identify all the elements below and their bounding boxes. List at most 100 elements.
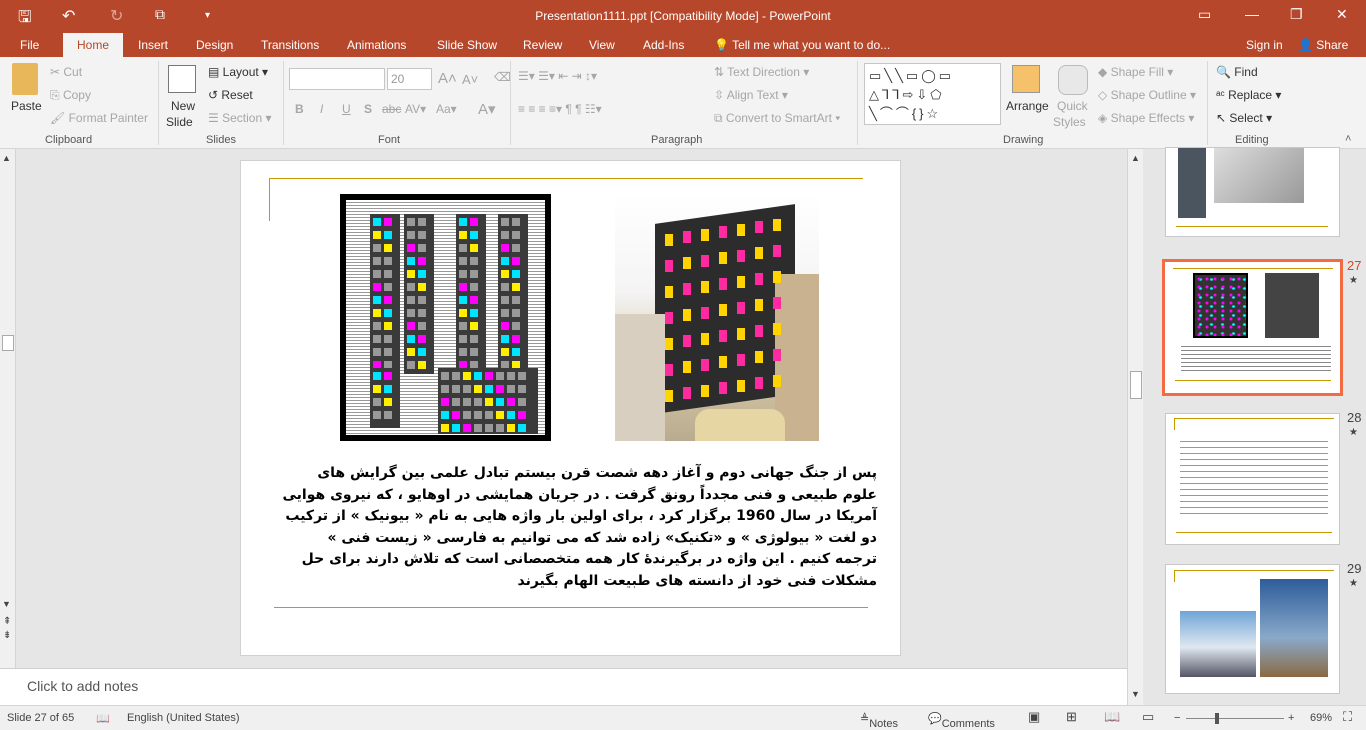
convert-smartart-button[interactable]: ⧉ Convert to SmartArt ▾ <box>714 111 840 126</box>
character-spacing-icon[interactable]: AV▾ <box>405 102 426 116</box>
zoom-level[interactable]: 69% <box>1310 712 1332 724</box>
reset-label: Reset <box>221 88 253 102</box>
tab-animations[interactable]: Animations <box>347 38 406 52</box>
close-icon[interactable]: ✕ <box>1336 6 1348 23</box>
comments-button[interactable]: 💬 Comments <box>928 712 995 730</box>
sign-in-link[interactable]: Sign in <box>1246 38 1283 52</box>
new-slide-button[interactable]: New <box>171 99 195 113</box>
scroll-down-icon[interactable]: ▼ <box>1131 689 1140 699</box>
text-direction-button[interactable]: ⇅ Text Direction ▾ <box>714 65 809 79</box>
notes-pane[interactable]: Click to add notes <box>0 668 1127 705</box>
replace-button[interactable]: ᵃᶜ Replace ▾ <box>1216 88 1281 102</box>
collapse-ribbon-icon[interactable]: ˄ <box>1345 133 1351 145</box>
quick-styles-icon[interactable] <box>1058 65 1088 95</box>
increase-font-icon[interactable]: A˄ <box>438 70 457 87</box>
scroll-thumb[interactable] <box>1130 371 1142 399</box>
cut-button[interactable]: ✂ Cut <box>50 65 82 79</box>
paste-icon[interactable] <box>12 63 38 95</box>
drawing-group-label: Drawing <box>1003 134 1044 146</box>
new-slide-icon[interactable] <box>168 65 196 93</box>
prev-next-slide-icons[interactable]: ⇞ ⇟ <box>3 615 11 643</box>
arrange-button[interactable]: Arrange <box>1006 99 1049 113</box>
ribbon-tabs: File Home Insert Design Transitions Anim… <box>0 32 1366 57</box>
scroll-up-icon[interactable]: ▲ <box>1131 153 1140 163</box>
format-painter-button[interactable]: 🖌 Format Painter <box>50 111 148 125</box>
font-color-icon[interactable]: A▾ <box>478 100 496 118</box>
clear-formatting-icon[interactable]: ⌫ <box>494 70 511 84</box>
font-size-input[interactable]: 20 <box>387 68 432 90</box>
tab-slide-show[interactable]: Slide Show <box>437 38 497 52</box>
tab-home[interactable]: Home <box>63 33 124 57</box>
slide-canvas[interactable]: پس از جنگ جهانی دوم و آغاز دهه شصت قرن ب… <box>240 160 901 656</box>
zoom-in-icon[interactable]: + <box>1288 712 1294 724</box>
quick-styles-label[interactable]: Styles <box>1053 115 1086 129</box>
tab-design[interactable]: Design <box>196 38 233 52</box>
paste-button[interactable]: Paste <box>11 99 42 113</box>
replace-label: Replace <box>1228 88 1273 102</box>
align-icons[interactable]: ≡ ≡ ≡ ≡▾ ¶ ¶ ☷▾ <box>518 102 602 116</box>
arrange-icon[interactable] <box>1012 65 1040 93</box>
copy-button[interactable]: ⎘ Copy <box>50 88 91 103</box>
normal-view-icon[interactable]: ▣ <box>1028 709 1040 725</box>
underline-icon[interactable]: U <box>342 102 351 116</box>
slide-sorter-icon[interactable]: ⊞ <box>1066 709 1077 725</box>
spell-check-icon[interactable]: 📖 <box>96 712 110 725</box>
decrease-font-icon[interactable]: A˅ <box>462 72 478 87</box>
notes-placeholder: Click to add notes <box>27 678 139 694</box>
change-case-icon[interactable]: Aa▾ <box>436 102 457 116</box>
layout-label: Layout <box>222 65 259 79</box>
share-label: Share <box>1316 38 1349 52</box>
thumbnail-slide-26[interactable] <box>1165 147 1340 237</box>
tab-view[interactable]: View <box>589 38 615 52</box>
shapes-gallery[interactable]: ▭╲╲▭◯▭ △⅂⅂⇨⇩⬠ ╲⌒⌒{}☆ <box>864 63 1001 125</box>
layout-button[interactable]: ▤ Layout ▾ <box>208 65 268 79</box>
font-group-label: Font <box>378 134 401 146</box>
thumbnail-number: 28 <box>1347 410 1362 425</box>
align-text-button[interactable]: ⇳ Align Text ▾ <box>714 88 788 102</box>
fit-to-window-icon[interactable]: ⛶ <box>1343 709 1352 725</box>
strikethrough-icon[interactable]: abc <box>382 102 401 116</box>
quick-styles-button[interactable]: Quick <box>1057 99 1088 113</box>
section-button[interactable]: ☰ Section ▾ <box>208 111 271 125</box>
scroll-down-icon[interactable]: ▼ <box>2 599 11 609</box>
tab-file[interactable]: File <box>20 38 39 52</box>
italic-icon[interactable]: I <box>320 102 323 116</box>
restore-icon[interactable]: ❐ <box>1290 6 1303 23</box>
tab-transitions[interactable]: Transitions <box>261 38 319 52</box>
ribbon-display-icon[interactable]: ▭ <box>1198 6 1211 23</box>
select-button[interactable]: ↖ Select ▾ <box>1216 111 1272 125</box>
language-indicator[interactable]: English (United States) <box>127 712 240 724</box>
reading-view-icon[interactable]: 📖 <box>1104 709 1120 725</box>
scroll-thumb[interactable] <box>2 335 14 351</box>
new-slide-label[interactable]: Slide <box>166 115 193 129</box>
shape-effects-button[interactable]: ◈ Shape Effects ▾ <box>1098 111 1194 125</box>
zoom-out-icon[interactable]: − <box>1174 712 1180 724</box>
notes-button[interactable]: ≜ Notes <box>860 712 898 730</box>
thumbnail-slide-28[interactable] <box>1165 413 1340 545</box>
minimize-icon[interactable]: — <box>1245 6 1259 22</box>
reset-button[interactable]: ↺ Reset <box>208 88 253 102</box>
tab-insert[interactable]: Insert <box>138 38 168 52</box>
slide-body-text[interactable]: پس از جنگ جهانی دوم و آغاز دهه شصت قرن ب… <box>281 463 878 592</box>
tell-me-search[interactable]: 💡 Tell me what you want to do... <box>714 38 890 52</box>
shape-fill-button[interactable]: ◆ Shape Fill ▾ <box>1098 65 1173 79</box>
cut-label: Cut <box>63 65 83 79</box>
slides-group-label: Slides <box>206 134 236 146</box>
tab-add-ins[interactable]: Add-Ins <box>643 38 684 52</box>
font-name-input[interactable] <box>289 68 385 90</box>
editor-scrollbar[interactable]: ▲ ▼ <box>1127 149 1143 705</box>
thumbnail-slide-27[interactable] <box>1162 259 1343 396</box>
bold-icon[interactable]: B <box>295 102 304 116</box>
zoom-slider[interactable] <box>1186 718 1284 719</box>
slideshow-view-icon[interactable]: ▭ <box>1142 709 1154 725</box>
shape-outline-button[interactable]: ◇ Shape Outline ▾ <box>1098 88 1196 102</box>
thumbnail-slide-29[interactable] <box>1165 564 1340 694</box>
find-button[interactable]: 🔍 Find <box>1216 65 1258 79</box>
left-scrollbar[interactable]: ▲ ▼ ⇞ ⇟ <box>0 149 16 668</box>
tab-review[interactable]: Review <box>523 38 562 52</box>
zoom-slider-thumb[interactable] <box>1215 713 1219 724</box>
scroll-up-icon[interactable]: ▲ <box>2 153 11 163</box>
bullets-icon[interactable]: ☰▾ ☰▾ ⇤ ⇥ ↕▾ <box>518 69 597 83</box>
shadow-icon[interactable]: S <box>364 102 372 116</box>
share-button[interactable]: 👤 Share <box>1298 38 1348 52</box>
